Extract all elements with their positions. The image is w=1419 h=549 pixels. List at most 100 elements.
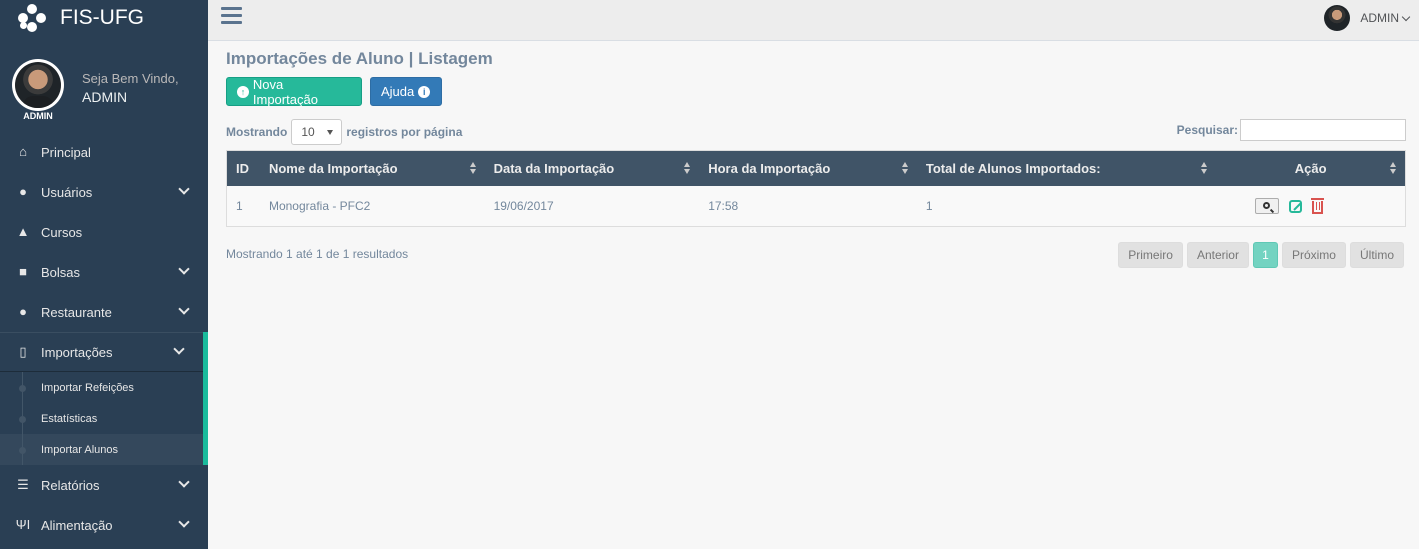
sidebar-menu: ⌂ Principal ● Usuários ▲ Cursos ■ Bolsas… (0, 132, 208, 545)
submenu-item-label: Estatísticas (41, 412, 98, 425)
column-header-label: Total de Alunos Importados: (925, 161, 1101, 176)
search-input[interactable] (1240, 119, 1406, 141)
page-first-button[interactable]: Primeiro (1118, 242, 1183, 268)
cell-nome: Monografia - PFC2 (268, 199, 371, 213)
page-length-suffix: registros por página (346, 125, 463, 139)
sidebar-item-label: Cursos (41, 224, 83, 240)
cutlery-icon: ΨΙ (15, 517, 31, 532)
sidebar-item-restaurante[interactable]: ● Restaurante (0, 292, 208, 332)
column-header-label: ID (236, 161, 249, 176)
column-header-label: Ação (1294, 161, 1327, 176)
sidebar-item-label: Usuários (41, 184, 93, 200)
column-header-nome[interactable]: Nome da Importação (260, 151, 485, 186)
sort-icon (684, 162, 691, 175)
sort-icon (1390, 162, 1397, 175)
hexagons-logo-icon (18, 3, 46, 32)
sidebar-item-alimentacao[interactable]: ΨΙ Alimentação (0, 505, 208, 545)
sidebar-item-label: Restaurante (41, 304, 112, 320)
new-import-button[interactable]: ↑ Nova Importação (226, 76, 362, 107)
submenu-item-estatisticas[interactable]: Estatísticas (0, 403, 203, 434)
profile-name: ADMIN (82, 89, 128, 105)
column-header-acao[interactable]: Ação (1216, 151, 1405, 186)
chevron-down-icon (1401, 12, 1411, 21)
sort-icon (1201, 162, 1208, 175)
search-label: Pesquisar: (1176, 123, 1238, 137)
brand[interactable]: FIS-UFG (0, 0, 208, 35)
avatar (12, 59, 64, 111)
column-header-hora[interactable]: Hora da Importação (699, 151, 917, 186)
main-content: Importações de Aluno | Listagem ↑ Nova I… (208, 41, 1419, 549)
page-length-value: 10 (301, 125, 315, 139)
trash-icon[interactable] (1311, 197, 1325, 214)
caret-down-icon (327, 130, 334, 135)
pagination: Primeiro Anterior 1 Próximo Último (1118, 242, 1404, 268)
sidebar-item-label: Importações (41, 344, 113, 360)
submenu-item-importar-alunos[interactable]: Importar Alunos (0, 434, 203, 465)
briefcase-icon: ■ (19, 264, 27, 279)
user-name: ADMIN (1360, 11, 1399, 25)
graduation-cap-icon: ▲ (16, 224, 30, 239)
edit-icon[interactable] (1289, 199, 1303, 213)
page-title: Importações de Aluno | Listagem (226, 49, 493, 68)
chevron-down-icon (178, 476, 190, 488)
submenu-importacoes: Importar Refeições Estatísticas Importar… (0, 372, 208, 465)
page-length-select[interactable]: 10 (291, 119, 343, 145)
chevron-down-icon (178, 183, 190, 195)
sidebar-item-label: Principal (41, 144, 91, 160)
sidebar-item-label: Bolsas (41, 264, 81, 280)
welcome-text: Seja Bem Vindo, (82, 71, 179, 86)
column-header-label: Hora da Importação (708, 161, 831, 176)
brand-title: FIS-UFG (60, 5, 144, 29)
table-row: 1 Monografia - PFC2 19/06/2017 17:58 1 (227, 186, 1405, 226)
page-current-button[interactable]: 1 (1252, 242, 1278, 268)
sidebar-item-usuarios[interactable]: ● Usuários (0, 172, 208, 212)
sidebar-item-principal[interactable]: ⌂ Principal (0, 132, 208, 172)
column-header-label: Nome da Importação (268, 161, 398, 176)
search-icon (1263, 202, 1271, 209)
avatar-badge: ADMIN (23, 111, 53, 121)
avatar (1324, 5, 1351, 31)
file-icon: ▯ (19, 344, 27, 359)
user-icon: ● (19, 184, 27, 199)
page-length-prefix: Mostrando (226, 125, 288, 139)
cell-id: 1 (236, 199, 243, 213)
list-icon: ☰ (17, 477, 29, 492)
submenu-item-importar-refeicoes[interactable]: Importar Refeições (0, 372, 203, 403)
cell-data: 19/06/2017 (493, 199, 554, 213)
column-header-label: Data da Importação (493, 161, 615, 176)
menu-toggle-icon[interactable] (221, 7, 242, 25)
chevron-down-icon (178, 303, 190, 315)
page-last-button[interactable]: Último (1349, 242, 1404, 268)
table-header: ID Nome da Importação Data da Importação… (227, 151, 1405, 186)
page-next-button[interactable]: Próximo (1281, 242, 1346, 268)
sidebar-item-bolsas[interactable]: ■ Bolsas (0, 252, 208, 292)
table-info: Mostrando 1 até 1 de 1 resultados (226, 247, 409, 261)
sidebar-item-cursos[interactable]: ▲ Cursos (0, 212, 208, 252)
cell-hora: 17:58 (708, 199, 739, 213)
column-header-id[interactable]: ID (227, 151, 260, 186)
top-nav: ADMIN (208, 0, 1419, 41)
cell-total: 1 (925, 199, 933, 213)
chevron-down-icon (178, 263, 190, 275)
search-control: Pesquisar: (1177, 119, 1406, 141)
sidebar-item-label: Relatórios (41, 477, 100, 493)
page-prev-button[interactable]: Anterior (1186, 242, 1249, 268)
column-header-data[interactable]: Data da Importação (485, 151, 700, 186)
new-import-label: Nova Importação (252, 76, 318, 107)
imports-table: ID Nome da Importação Data da Importação… (226, 150, 1406, 227)
sort-icon (469, 162, 477, 175)
column-header-total[interactable]: Total de Alunos Importados: (917, 151, 1216, 186)
help-button[interactable]: Ajuda i (370, 77, 442, 106)
chevron-down-icon (178, 516, 190, 528)
cell-actions (1216, 186, 1405, 226)
sort-icon (901, 162, 909, 175)
user-menu[interactable]: ADMIN (1324, 5, 1411, 31)
sidebar-item-importacoes[interactable]: ▯ Importações (0, 332, 208, 372)
view-button[interactable] (1255, 198, 1280, 214)
user-icon: ● (19, 304, 27, 319)
help-label: Ajuda (381, 84, 415, 99)
submenu-item-label: Importar Refeições (41, 381, 134, 394)
submenu-item-label: Importar Alunos (41, 443, 119, 456)
sidebar-item-relatorios[interactable]: ☰ Relatórios (0, 465, 208, 505)
arrow-up-circle-icon: ↑ (237, 85, 249, 98)
